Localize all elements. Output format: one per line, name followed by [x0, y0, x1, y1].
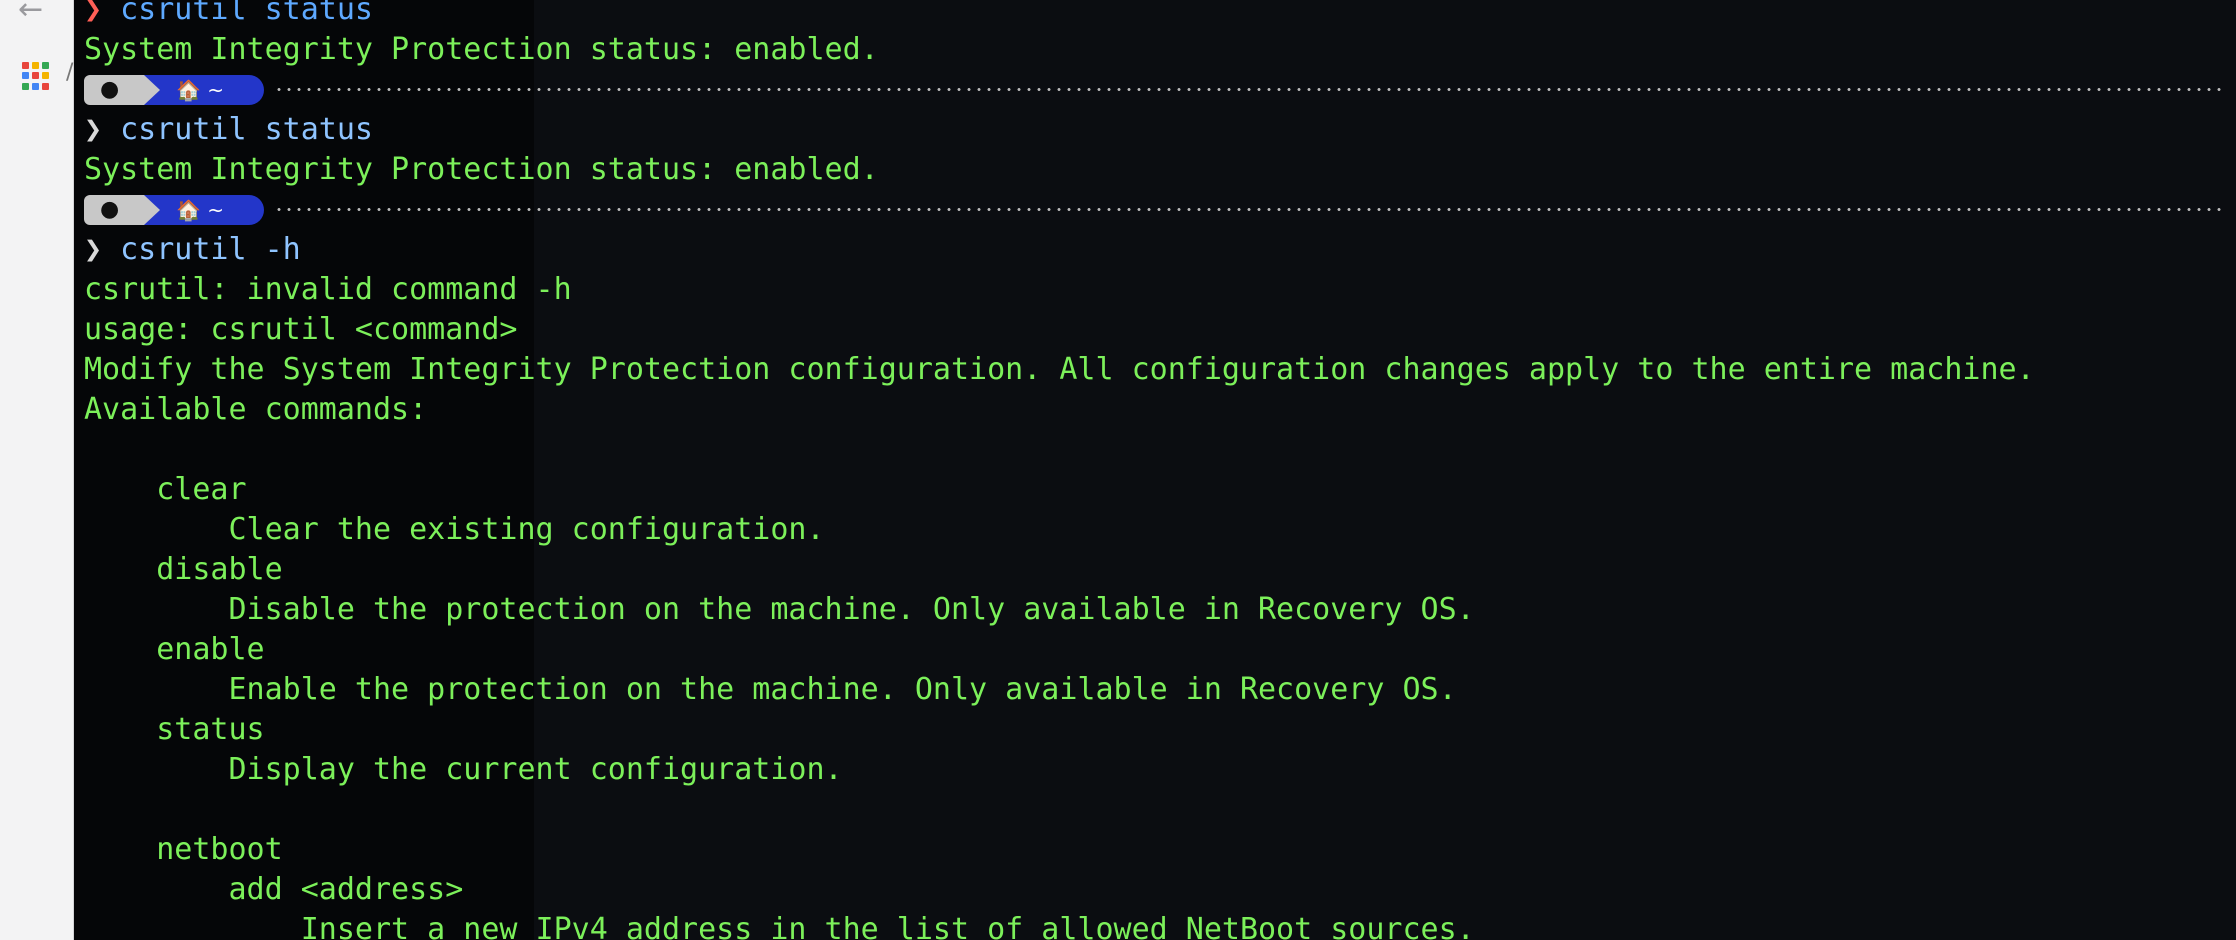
powerline-prompt: ● 🏠 ~ — [84, 190, 2224, 230]
powerline-prompt: ● 🏠 ~ — [84, 70, 2224, 110]
output-line: Disable the protection on the machine. O… — [84, 592, 1475, 627]
output-line: Modify the System Integrity Protection c… — [84, 352, 2035, 387]
apps-dot — [42, 72, 49, 80]
command-line: ❯ csrutil status — [84, 110, 2224, 150]
segment-end-cap — [244, 195, 264, 225]
tab-fragment: / — [66, 60, 74, 85]
apps-dot — [32, 72, 39, 80]
command-line: ❯ csrutil status — [84, 0, 2224, 30]
apps-dot — [22, 62, 29, 69]
prompt-dotted-rule — [274, 208, 2224, 211]
segment-separator — [144, 195, 160, 225]
apps-grid-icon[interactable] — [22, 62, 50, 90]
prompt-segment-os: ● — [84, 195, 144, 225]
output-line: Clear the existing configuration. — [84, 512, 825, 547]
output-line: Insert a new IPv4 address in the list of… — [84, 912, 1475, 940]
output-line: Available commands: — [84, 392, 428, 427]
prompt-arrow-icon: ❯ — [84, 0, 103, 27]
output-line: usage: csrutil <command> — [84, 312, 518, 347]
apps-dot — [22, 72, 29, 80]
apps-dot — [32, 62, 39, 69]
output-line: System Integrity Protection status: enab… — [84, 32, 879, 67]
home-dir-label: 🏠 ~ — [176, 78, 225, 102]
terminal-window[interactable]: ❯ csrutil status System Integrity Protec… — [74, 0, 2236, 940]
output-line: Display the current configuration. — [84, 752, 843, 787]
apps-dot — [42, 82, 49, 90]
command-text: csrutil -h — [120, 232, 301, 267]
apple-icon: ● — [100, 77, 120, 102]
output-line: clear — [84, 472, 247, 507]
browser-sidebar-strip: ← / — [0, 0, 74, 940]
output-line: csrutil: invalid command -h — [84, 272, 572, 307]
output-line: netboot — [84, 832, 283, 867]
prompt-dotted-rule — [274, 88, 2224, 91]
output-line: enable — [84, 632, 265, 667]
command-text: csrutil status — [120, 0, 373, 27]
home-dir-label: 🏠 ~ — [176, 198, 225, 222]
terminal-output: ❯ csrutil status System Integrity Protec… — [84, 0, 2224, 940]
apps-dot — [42, 62, 49, 69]
apps-dot — [32, 82, 39, 90]
prompt-segment-os: ● — [84, 75, 144, 105]
segment-separator — [144, 75, 160, 105]
output-line: disable — [84, 552, 283, 587]
apps-dot — [22, 82, 29, 90]
output-line: System Integrity Protection status: enab… — [84, 152, 879, 187]
apple-icon: ● — [100, 197, 120, 222]
prompt-arrow-icon: ❯ — [84, 232, 103, 267]
prompt-arrow-icon: ❯ — [84, 112, 103, 147]
output-line: add <address> — [84, 872, 464, 907]
command-line: ❯ csrutil -h — [84, 230, 2224, 270]
output-line: Enable the protection on the machine. On… — [84, 672, 1457, 707]
command-text: csrutil status — [120, 112, 373, 147]
back-arrow-icon[interactable]: ← — [18, 0, 58, 25]
output-line: status — [84, 712, 265, 747]
segment-end-cap — [244, 75, 264, 105]
